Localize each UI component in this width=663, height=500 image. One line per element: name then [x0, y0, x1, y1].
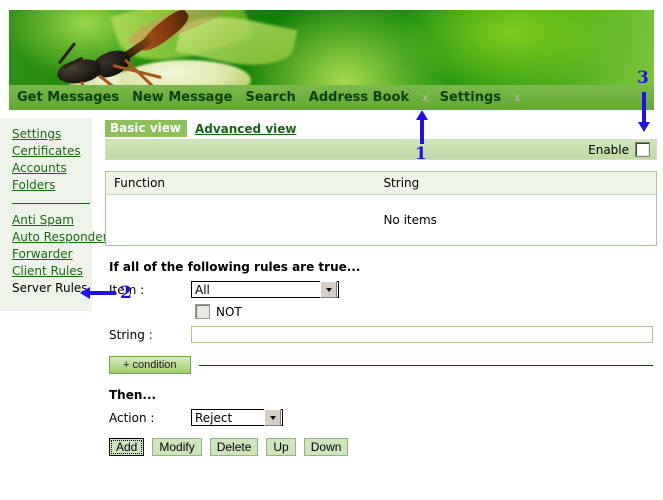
tab-advanced-view[interactable]: Advanced view	[195, 122, 297, 137]
action-label: Action :	[109, 410, 155, 425]
sidebar-divider	[12, 203, 90, 204]
section-divider	[198, 364, 653, 366]
action-row: Action : Reject	[105, 409, 657, 426]
string-label: String :	[109, 327, 153, 342]
arrow-shaft	[420, 119, 424, 144]
arrow-shaft	[89, 291, 116, 295]
sidebar-item-forwarder[interactable]: Forwarder	[12, 246, 92, 263]
nav-separator-icon: x	[422, 91, 429, 104]
sidebar-item-certificates[interactable]: Certificates	[12, 143, 92, 160]
add-condition-row: + condition	[109, 356, 657, 374]
rules-table: Function String No items	[105, 171, 657, 246]
nav-item-new-message[interactable]: New Message	[132, 90, 232, 105]
item-select[interactable]: All	[191, 281, 339, 298]
action-select-value: Reject	[195, 410, 233, 425]
nav-separator-icon: x	[514, 91, 521, 104]
nav-item-get-messages[interactable]: Get Messages	[17, 90, 119, 105]
up-button[interactable]: Up	[266, 438, 296, 456]
table-cell-empty	[106, 195, 376, 246]
modify-button[interactable]: Modify	[152, 438, 202, 456]
tab-basic-view[interactable]: Basic view	[105, 120, 187, 137]
table-row: No items	[106, 195, 657, 246]
arrow-shaft	[642, 92, 646, 123]
string-row: String :	[105, 326, 657, 343]
nav-item-search[interactable]: Search	[245, 90, 295, 105]
nav-item-settings[interactable]: Settings	[440, 90, 501, 105]
site-banner	[9, 10, 654, 85]
annotation-number-2: 2	[120, 283, 132, 303]
sidebar-item-anti-spam[interactable]: Anti Spam	[12, 212, 92, 229]
chevron-down-icon[interactable]	[320, 281, 337, 298]
view-tabs: Basic view Advanced view	[105, 120, 657, 137]
item-label: Item :	[109, 282, 145, 297]
chevron-down-icon[interactable]	[264, 409, 281, 426]
string-input[interactable]	[191, 326, 653, 343]
column-header-string: String	[375, 171, 657, 195]
then-heading: Then...	[109, 388, 157, 402]
annotation-number-3: 3	[637, 68, 649, 88]
action-select[interactable]: Reject	[191, 409, 283, 426]
item-select-value: All	[195, 282, 210, 297]
sidebar-item-client-rules[interactable]: Client Rules	[12, 263, 92, 280]
down-button[interactable]: Down	[303, 438, 349, 456]
annotation-arrow-1	[416, 110, 428, 144]
column-header-function: Function	[105, 171, 376, 195]
annotation-arrow-3	[638, 92, 650, 132]
not-row: NOT	[195, 304, 657, 319]
enable-bar: Enable	[105, 139, 657, 160]
sidebar: Settings Certificates Accounts Folders A…	[0, 118, 108, 311]
nav-item-address-book[interactable]: Address Book	[309, 90, 409, 105]
not-checkbox[interactable]	[195, 304, 210, 319]
annotation-arrow-2	[80, 287, 116, 299]
table-empty-message: No items	[383, 213, 437, 227]
action-buttons: Add Modify Delete Up Down	[109, 438, 657, 456]
main-navigation: Get Messages New Message Search Address …	[9, 85, 654, 110]
sidebar-item-accounts[interactable]: Accounts	[12, 160, 92, 177]
add-button[interactable]: Add	[109, 438, 145, 456]
sidebar-item-folders[interactable]: Folders	[12, 177, 92, 194]
arrow-head-down-icon	[638, 122, 650, 132]
table-header-row: Function String	[105, 171, 657, 195]
sidebar-item-settings[interactable]: Settings	[12, 126, 92, 143]
conditions-heading: If all of the following rules are true..…	[109, 260, 361, 274]
item-row: Item : All	[105, 281, 657, 298]
annotation-number-1: 1	[415, 144, 427, 164]
not-label: NOT	[216, 304, 242, 319]
add-condition-button[interactable]: + condition	[109, 356, 191, 374]
delete-button[interactable]: Delete	[209, 438, 259, 456]
sidebar-item-auto-responder[interactable]: Auto Responder	[12, 229, 108, 246]
enable-checkbox[interactable]	[635, 142, 650, 157]
enable-label: Enable	[588, 142, 629, 157]
main-content: Basic view Advanced view Enable Function…	[105, 120, 657, 456]
banner-wasp-illustration	[29, 10, 238, 85]
